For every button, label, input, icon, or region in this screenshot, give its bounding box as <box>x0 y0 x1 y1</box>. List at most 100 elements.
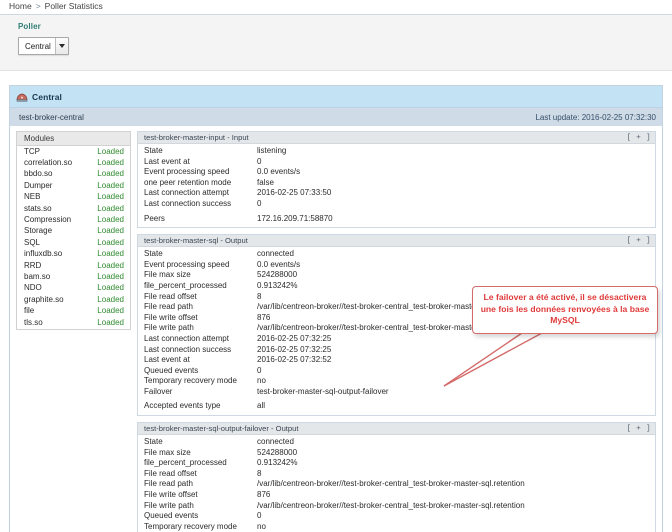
endpoint-panel-header[interactable]: test-broker-master-input - Input [ + ] <box>138 132 655 144</box>
stat-key: File write path <box>144 501 257 512</box>
stat-key: Peers <box>144 214 257 225</box>
broker-name: test-broker-central <box>19 113 84 122</box>
endpoint-stat-row: Event processing speed0.0 events/s <box>138 260 655 271</box>
module-row: DumperLoaded <box>17 180 130 191</box>
expand-toggle-button[interactable]: [ + ] <box>626 237 651 245</box>
stat-key: Event processing speed <box>144 167 257 178</box>
poller-select[interactable]: Central <box>18 37 69 55</box>
server-icon <box>16 92 28 102</box>
spacer <box>0 71 672 85</box>
breadcrumb-home[interactable]: Home <box>9 1 32 11</box>
breadcrumb: Home>Poller Statistics <box>0 0 672 15</box>
stat-key: File write path <box>144 323 257 334</box>
module-name: Storage <box>24 226 52 236</box>
poller-card-subheader: test-broker-central Last update: 2016-02… <box>10 107 662 126</box>
endpoint-panel-title: test-broker-master-sql-output-failover -… <box>144 424 298 433</box>
stat-key: Temporary recovery mode <box>144 376 257 387</box>
module-row: graphite.soLoaded <box>17 294 130 305</box>
module-name: stats.so <box>24 204 52 214</box>
endpoint-panel: test-broker-master-input - Input [ + ] Sta… <box>137 131 656 228</box>
poller-select-value: Central <box>19 38 55 54</box>
stat-key: File write offset <box>144 490 257 501</box>
stat-key: State <box>144 146 257 157</box>
endpoint-panel-header[interactable]: test-broker-master-sql - Output [ + ] <box>138 235 655 247</box>
module-row: tls.so Loaded <box>17 317 130 328</box>
module-name: file <box>24 306 34 316</box>
stat-key: File write offset <box>144 313 257 324</box>
modules-table-header: Modules <box>17 132 130 146</box>
module-name: graphite.so <box>24 295 64 305</box>
modules-table: Modules TCPLoadedcorrelation.soLoadedbbd… <box>16 131 131 330</box>
breadcrumb-separator: > <box>36 1 41 11</box>
endpoint-stat-row: Failovertest-broker-master-sql-output-fa… <box>138 387 655 398</box>
endpoint-panel-header[interactable]: test-broker-master-sql-output-failover -… <box>138 423 655 435</box>
module-name: RRD <box>24 261 41 271</box>
module-name: correlation.so <box>24 158 72 168</box>
stat-key: file_percent_processed <box>144 458 257 469</box>
stat-key: Accepted events type <box>144 401 257 412</box>
module-row: fileLoaded <box>17 306 130 317</box>
poller-card-header: Central <box>10 86 662 107</box>
module-name: bbdo.so <box>24 169 52 179</box>
stat-key: file_percent_processed <box>144 281 257 292</box>
endpoint-stat-row: Statelistening <box>138 146 655 157</box>
chevron-down-icon[interactable] <box>55 38 68 54</box>
module-row: bbdo.soLoaded <box>17 169 130 180</box>
stat-key: Event processing speed <box>144 260 257 271</box>
module-status: Loaded <box>97 158 124 168</box>
module-row: bam.soLoaded <box>17 271 130 282</box>
stat-value: 0 <box>257 511 655 522</box>
endpoint-stat-row: Queued events0 <box>138 511 655 522</box>
stat-key: State <box>144 437 257 448</box>
endpoint-stat-row: Temporary recovery modeno <box>138 522 655 532</box>
stat-key: Last event at <box>144 355 257 366</box>
module-status: Loaded <box>97 192 124 202</box>
endpoint-panel-title: test-broker-master-input - Input <box>144 133 249 142</box>
module-name: influxdb.so <box>24 249 62 259</box>
stat-value: 524288000 <box>257 448 655 459</box>
stat-key: one peer retention mode <box>144 178 257 189</box>
module-row: NDOLoaded <box>17 283 130 294</box>
module-status: Loaded <box>97 215 124 225</box>
stat-value: 8 <box>257 469 655 480</box>
endpoint-stat-rows: StatelisteningLast event at0Event proces… <box>138 144 655 227</box>
endpoint-stat-row: Last connection attempt2016-02-25 07:33:… <box>138 188 655 199</box>
stat-value: /var/lib/centreon-broker//test-broker-ce… <box>257 479 655 490</box>
endpoint-panel-title: test-broker-master-sql - Output <box>144 236 248 245</box>
endpoint-stat-row: File read path/var/lib/centreon-broker//… <box>138 479 655 490</box>
module-name: SQL <box>24 238 40 248</box>
expand-toggle-button[interactable]: [ + ] <box>626 134 651 142</box>
endpoint-stat-row: Event processing speed0.0 events/s <box>138 167 655 178</box>
module-row: correlation.so Loaded <box>17 157 130 168</box>
module-row: stats.soLoaded <box>17 203 130 214</box>
stat-key: Last connection success <box>144 199 257 210</box>
stat-key: Last connection attempt <box>144 334 257 345</box>
module-status: Loaded <box>97 318 124 328</box>
stat-key: Last connection attempt <box>144 188 257 199</box>
module-name: NEB <box>24 192 40 202</box>
stat-value: connected <box>257 437 655 448</box>
stat-key: Last connection success <box>144 345 257 356</box>
stat-value: 2016-02-25 07:33:50 <box>257 188 655 199</box>
module-name: NDO <box>24 283 42 293</box>
module-name: TCP <box>24 147 40 157</box>
module-status: Loaded <box>97 261 124 271</box>
stat-value: 0.0 events/s <box>257 260 655 271</box>
module-name: tls.so <box>24 318 43 328</box>
poller-selector-band: Poller Central <box>0 15 672 71</box>
stat-key: Last event at <box>144 157 257 168</box>
module-row: SQLLoaded <box>17 237 130 248</box>
poller-card-title: Central <box>32 92 62 102</box>
stat-key: File read offset <box>144 469 257 480</box>
module-row: RRD Loaded <box>17 260 130 271</box>
module-row: TCPLoaded <box>17 146 130 157</box>
stat-key: State <box>144 249 257 260</box>
endpoint-stat-row: Stateconnected <box>138 249 655 260</box>
stat-value: listening <box>257 146 655 157</box>
endpoint-stat-row: Last connection success2016-02-25 07:32:… <box>138 345 655 356</box>
module-status: Loaded <box>97 181 124 191</box>
module-row: influxdb.soLoaded <box>17 249 130 260</box>
endpoint-stat-row: File max size524288000 <box>138 448 655 459</box>
expand-toggle-button[interactable]: [ + ] <box>626 425 651 433</box>
endpoint-panel: test-broker-master-sql-output-failover -… <box>137 422 656 532</box>
